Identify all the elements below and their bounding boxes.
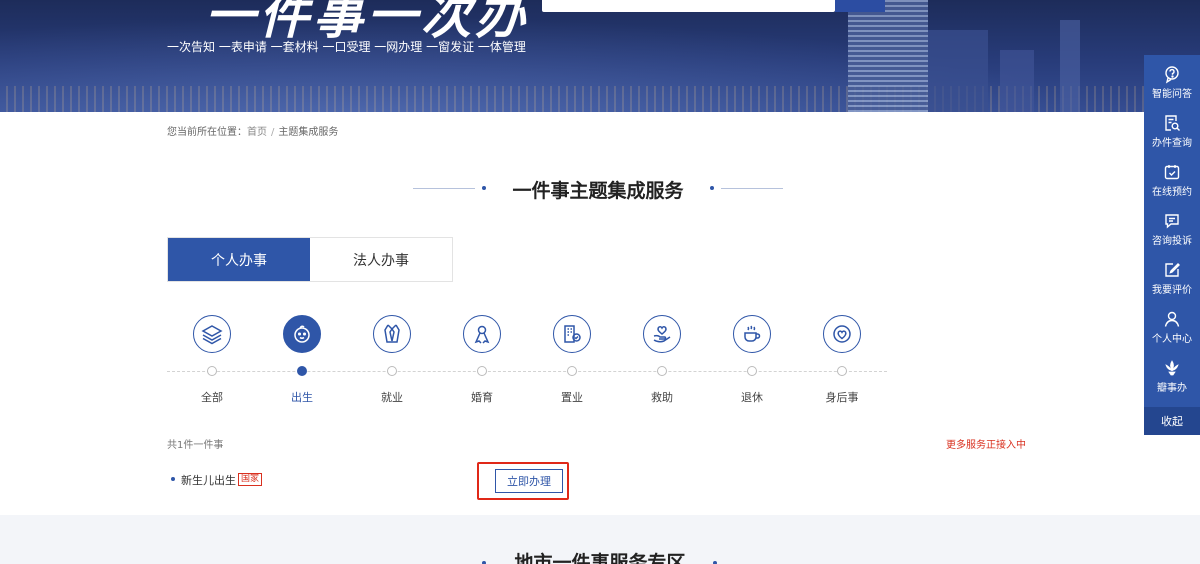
service-name[interactable]: 新生儿出生 [181,472,236,488]
category-employment[interactable]: 就业 [347,315,437,405]
category-node [387,366,397,376]
ribbon-icon [463,315,501,353]
category-relief[interactable]: 救助 [617,315,707,405]
category-all[interactable]: 全部 [167,315,257,405]
breadcrumb-separator: / [271,127,275,138]
service-type-tabs: 个人办事 法人办事 [167,237,453,282]
sidebar-label: 咨询投诉 [1152,236,1192,247]
more-services-notice: 更多服务正接入中 [946,440,1026,451]
search-button[interactable] [835,0,885,12]
lotus-icon [1162,358,1182,378]
category-node [297,366,307,376]
building-image [1000,50,1034,112]
breadcrumb-prefix: 您当前所在位置： [167,127,247,138]
result-count: 共1件一件事 [167,440,224,451]
category-property[interactable]: 置业 [527,315,617,405]
category-label: 救助 [651,391,673,404]
tab-corporate[interactable]: 法人办事 [310,238,452,281]
baby-face-icon [283,315,321,353]
category-node [567,366,577,376]
list-bullet [171,477,175,481]
floating-sidebar: 智能问答 办件查询 在线预约 咨询投诉 我要评价 个人中心 瓣事办 收起 [1144,55,1200,435]
layers-icon [193,315,231,353]
user-icon [1162,309,1182,329]
tie-shirt-icon [373,315,411,353]
title-dot-right [710,186,714,190]
category-birth[interactable]: 出生 [257,315,347,405]
level-badge: 国家 [238,473,263,486]
hero-banner: 一件事一次办 一次告知 一表申请 一套材料 一口受理 一网办理 一窗发证 一体管… [0,0,1200,112]
sidebar-label: 智能问答 [1152,89,1192,100]
sidebar-label: 办件查询 [1152,138,1192,149]
building-image [928,30,988,112]
search-input[interactable] [542,0,835,12]
sidebar-collapse-button[interactable]: 收起 [1144,407,1200,435]
heart-circle-icon [823,315,861,353]
breadcrumb-home-link[interactable]: 首页 [247,127,267,138]
sidebar-item-complaint[interactable]: 咨询投诉 [1144,202,1200,251]
title-line-right [721,188,783,189]
sidebar-item-smart-qa[interactable]: 智能问答 [1144,55,1200,104]
edit-icon [1162,260,1182,280]
category-afterlife[interactable]: 身后事 [797,315,887,405]
category-label: 婚育 [471,391,493,404]
skyscraper-image [848,0,928,112]
coffee-cup-icon [733,315,771,353]
category-node [837,366,847,376]
building-image [1060,20,1080,112]
heart-hand-icon [643,315,681,353]
calendar-icon [1162,162,1182,182]
category-label: 身后事 [825,391,859,404]
section-heading: 一件事主题集成服务 [413,176,783,202]
sidebar-item-case-query[interactable]: 办件查询 [1144,104,1200,153]
apply-now-button[interactable]: 立即办理 [495,469,563,493]
chat-bot-icon [1162,64,1182,84]
sidebar-label: 瓣事办 [1157,383,1187,394]
category-label: 出生 [291,391,313,404]
category-node [207,366,217,376]
category-label: 全部 [201,391,223,404]
category-node [747,366,757,376]
tab-personal[interactable]: 个人办事 [168,238,310,281]
section-title: 一件事主题集成服务 [512,180,684,202]
sidebar-label: 在线预约 [1152,187,1192,198]
banner-subtitle: 一次告知 一表申请 一套材料 一口受理 一网办理 一窗发证 一体管理 [167,40,526,54]
city-section-title: 地市一件事服务专区 [514,552,686,564]
breadcrumb-current: 主题集成服务 [278,127,339,138]
sidebar-item-appointment[interactable]: 在线预约 [1144,153,1200,202]
sidebar-item-personal-center[interactable]: 个人中心 [1144,300,1200,349]
category-label: 就业 [381,391,403,404]
sidebar-label: 我要评价 [1152,285,1192,296]
sidebar-label: 个人中心 [1152,334,1192,345]
category-label: 置业 [561,391,583,404]
document-search-icon [1162,113,1182,133]
category-retirement[interactable]: 退休 [707,315,797,405]
category-label: 退休 [741,391,763,404]
category-node [657,366,667,376]
category-marriage[interactable]: 婚育 [437,315,527,405]
sidebar-item-app[interactable]: 瓣事办 [1144,349,1200,398]
sidebar-item-evaluate[interactable]: 我要评价 [1144,251,1200,300]
building-icon [553,315,591,353]
breadcrumb: 您当前所在位置：首页 / 主题集成服务 [167,123,338,138]
city-service-section: 地市一件事服务专区 [0,515,1200,564]
category-node [477,366,487,376]
message-icon [1162,211,1182,231]
